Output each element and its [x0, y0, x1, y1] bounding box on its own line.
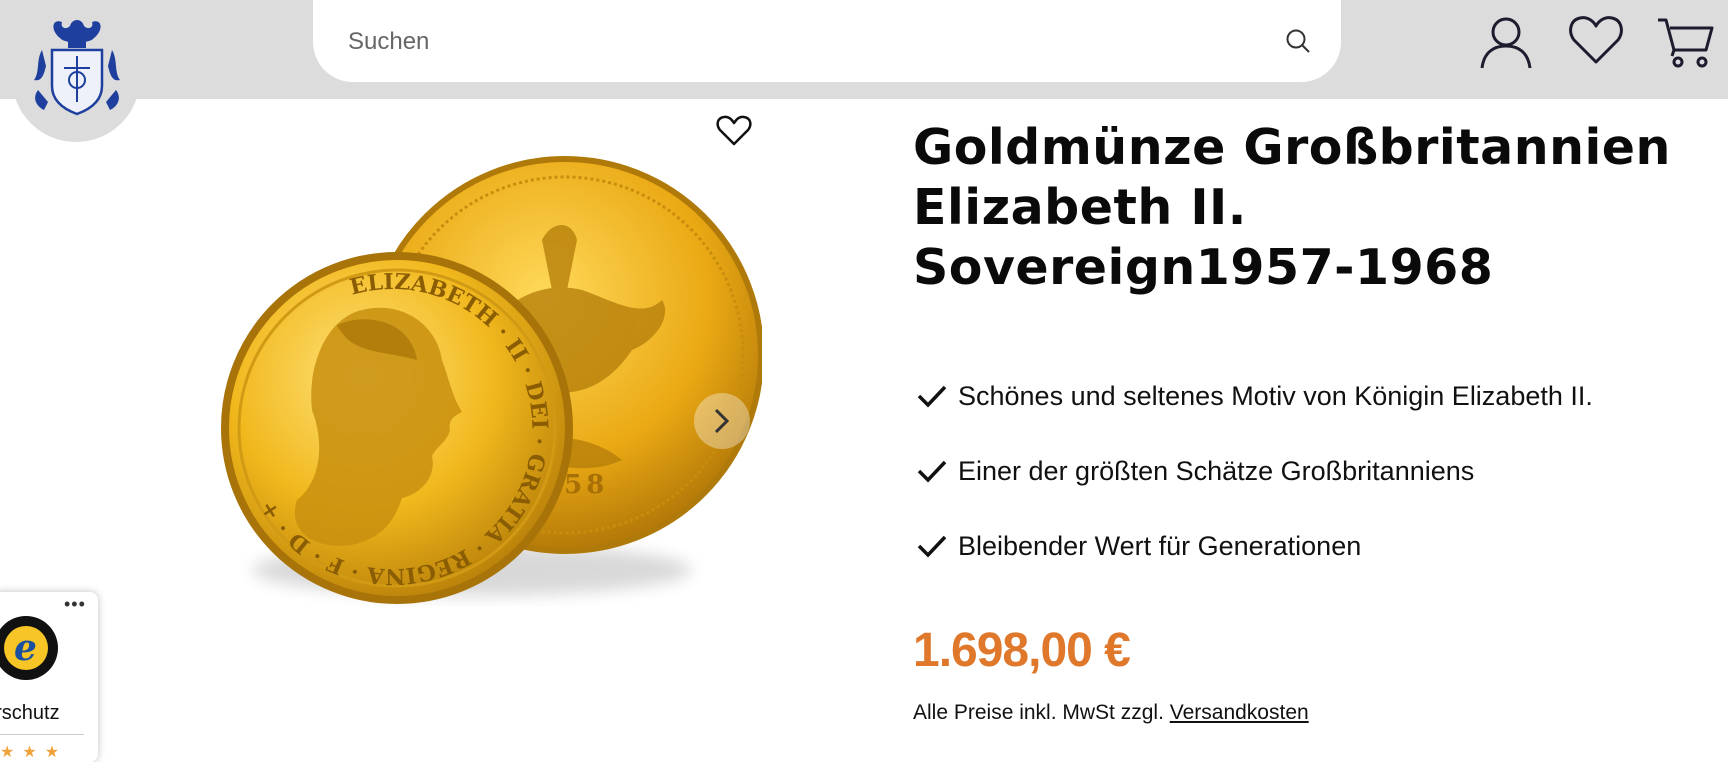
account-icon[interactable]: [1478, 14, 1534, 75]
feature-text: Schönes und seltenes Motiv von Königin E…: [958, 381, 1593, 411]
checkmark-icon: [917, 460, 947, 483]
feature-item: Bleibender Wert für Generationen: [915, 526, 1593, 566]
product-title: Goldmünze Großbritannien Elizabeth II. S…: [913, 119, 1671, 296]
chevron-right-icon: [714, 408, 730, 434]
checkmark-icon: [917, 385, 947, 408]
feature-text: Einer der größten Schätze Großbritannien…: [958, 456, 1475, 486]
search-icon[interactable]: [1285, 28, 1311, 59]
cart-icon[interactable]: [1656, 16, 1714, 73]
checkmark-icon: [917, 535, 947, 558]
wishlist-heart-icon[interactable]: [1568, 14, 1624, 71]
product-price: 1.698,00 €: [913, 624, 1131, 677]
more-options-icon[interactable]: •••: [64, 594, 86, 615]
divider: [0, 734, 84, 735]
ts-badge-letter: e: [14, 627, 37, 669]
feature-item: Einer der größten Schätze Großbritannien…: [915, 451, 1593, 491]
feature-text: Bleibender Wert für Generationen: [958, 531, 1362, 561]
price-note-text: Alle Preise inkl. MwSt zzgl.: [913, 701, 1170, 724]
coat-of-arms-logo[interactable]: [30, 10, 124, 120]
search-bar[interactable]: [313, 0, 1341, 82]
rating-stars: ★★★: [0, 744, 68, 761]
price-note: Alle Preise inkl. MwSt zzgl. Versandkost…: [913, 701, 1309, 725]
shipping-costs-link[interactable]: Versandkosten: [1170, 701, 1309, 724]
buyer-protection-label: erschutz: [0, 702, 60, 724]
trusted-shops-seal-icon: e: [0, 616, 58, 680]
trusted-shops-widget[interactable]: ••• e erschutz ★★★: [0, 592, 98, 762]
search-input[interactable]: [346, 22, 1250, 62]
logo-badge[interactable]: [12, 0, 140, 142]
feature-list: Schönes und seltenes Motiv von Königin E…: [915, 376, 1593, 601]
feature-item: Schönes und seltenes Motiv von Königin E…: [915, 376, 1593, 416]
image-next-button[interactable]: [694, 393, 750, 449]
image-wishlist-heart-icon[interactable]: [716, 115, 752, 152]
product-image[interactable]: 1958 ELIZABETH · II · DEI · GRATIA · REG…: [112, 150, 764, 620]
